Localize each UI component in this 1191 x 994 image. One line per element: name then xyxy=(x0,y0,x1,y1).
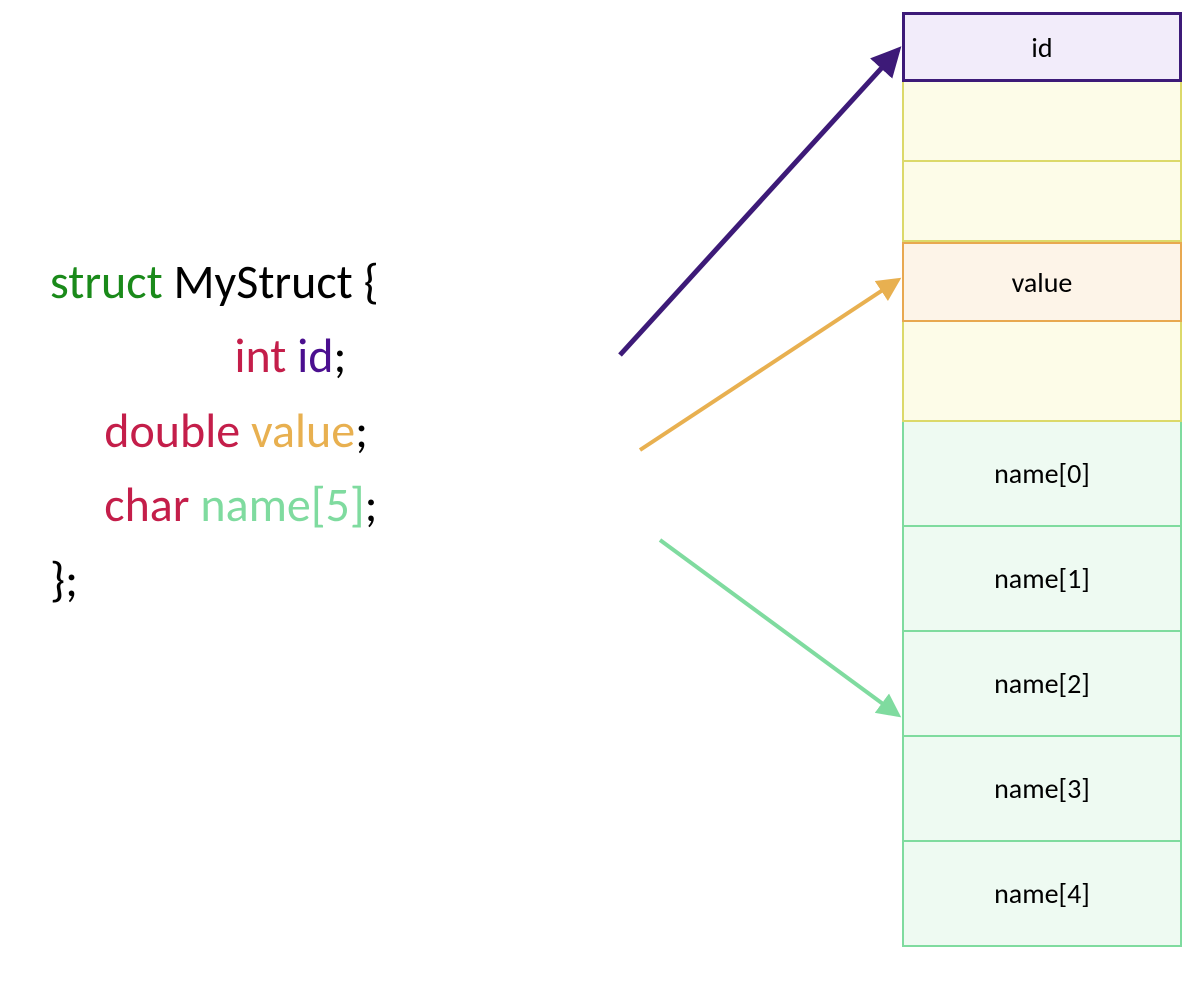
memory-cell-name-2: name[2] xyxy=(902,632,1182,737)
code-line-close: }; xyxy=(50,543,379,617)
code-struct-definition: struct MyStruct { int id; double value; … xyxy=(50,245,379,617)
memory-cell-id: id xyxy=(902,12,1182,82)
memory-cell-double-rest xyxy=(902,322,1182,422)
memory-cell-padding-1 xyxy=(902,82,1182,162)
keyword-struct: struct xyxy=(50,252,163,311)
member-name: name[5] xyxy=(200,475,364,534)
member-value: value xyxy=(251,401,355,460)
keyword-double: double xyxy=(104,401,240,460)
semi-value: ; xyxy=(355,401,368,460)
code-line-value: double value; xyxy=(50,394,379,468)
code-line-id: int id; xyxy=(50,319,379,393)
memory-cell-name-0: name[0] xyxy=(902,422,1182,527)
arrow-value xyxy=(640,280,898,450)
code-line-name: char name[5]; xyxy=(50,468,379,542)
keyword-char: char xyxy=(104,475,189,534)
memory-cell-name-3: name[3] xyxy=(902,737,1182,842)
memory-layout: id value name[0] name[1] name[2] name[3]… xyxy=(902,12,1182,947)
memory-cell-name-4: name[4] xyxy=(902,842,1182,947)
keyword-int: int xyxy=(234,326,286,385)
code-line-struct: struct MyStruct { xyxy=(50,245,379,319)
arrow-name xyxy=(660,540,898,715)
memory-cell-padding-2 xyxy=(902,162,1182,242)
brace-open: { xyxy=(364,252,379,311)
struct-name: MyStruct xyxy=(174,252,353,311)
memory-cell-name-1: name[1] xyxy=(902,527,1182,632)
semi-id: ; xyxy=(333,326,346,385)
brace-close: }; xyxy=(50,550,78,609)
semi-name: ; xyxy=(365,475,378,534)
memory-cell-value: value xyxy=(902,242,1182,322)
member-id: id xyxy=(297,326,333,385)
arrow-id xyxy=(620,50,898,355)
